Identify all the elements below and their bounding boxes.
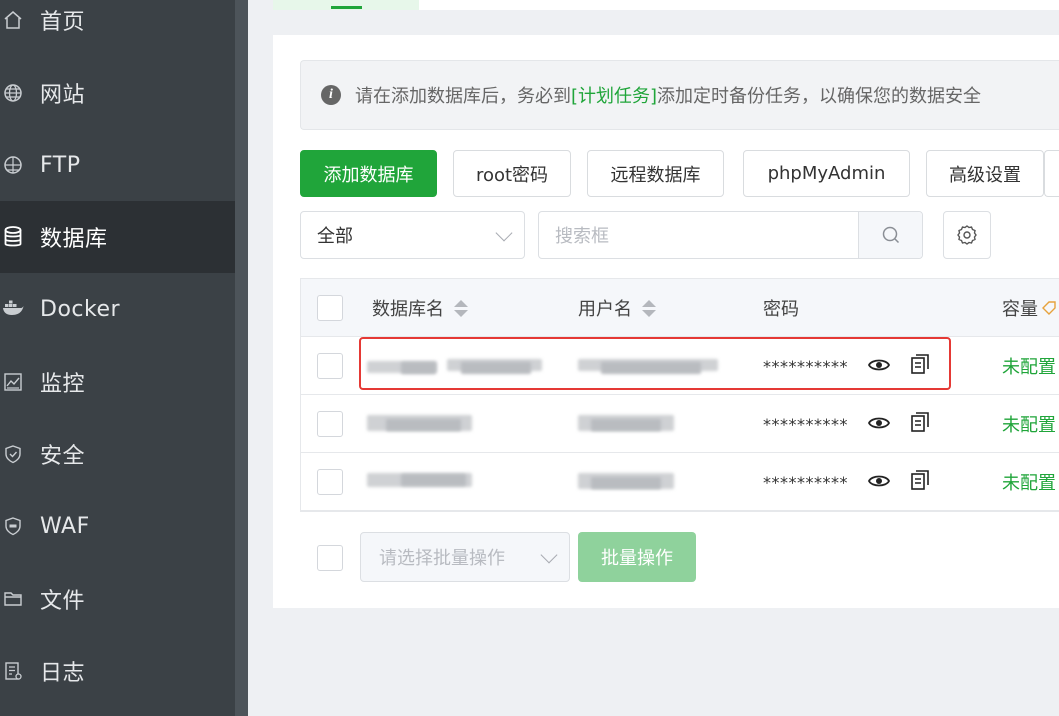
sort-icon[interactable]	[642, 299, 656, 317]
ftp-globe-icon	[2, 154, 24, 176]
capacity-status[interactable]: 未配置	[1002, 469, 1056, 495]
table-header: 数据库名 用户名 密码 容量	[301, 279, 1059, 337]
row-checkbox[interactable]	[317, 411, 343, 437]
sidebar-item-label: 安全	[40, 444, 86, 469]
sidebar-item-label: FTP	[40, 152, 81, 178]
column-header-password: 密码	[763, 295, 799, 321]
capacity-status[interactable]: 未配置	[1002, 411, 1056, 437]
chevron-down-icon	[495, 224, 513, 242]
row-checkbox[interactable]	[317, 469, 343, 495]
column-header-name[interactable]: 数据库名	[372, 295, 468, 321]
column-header-password-label: 密码	[763, 299, 799, 320]
sidebar-item-database[interactable]: 数据库	[0, 201, 235, 273]
tag-icon	[1042, 301, 1056, 315]
notice-text-before: 请在添加数据库后，务必到	[355, 86, 571, 107]
globe-icon	[2, 82, 24, 104]
add-database-button[interactable]: 添加数据库	[300, 150, 437, 197]
category-select-value: 全部	[317, 226, 353, 247]
batch-select-all-checkbox[interactable]	[317, 545, 343, 571]
sidebar: 首页 网站 FTP 数据库 Docker 监控 安全 WAF 文件 日志	[0, 0, 235, 716]
category-select[interactable]: 全部	[300, 211, 525, 259]
sidebar-item-security[interactable]: 安全	[0, 418, 235, 490]
sidebar-item-label: 首页	[40, 10, 86, 35]
docker-icon	[2, 298, 24, 320]
sidebar-scroll-edge	[235, 0, 248, 716]
search-placeholder: 搜索框	[555, 226, 609, 247]
folder-icon	[2, 588, 24, 610]
chevron-down-icon	[540, 546, 558, 564]
phpmyadmin-button[interactable]: phpMyAdmin	[743, 150, 910, 197]
column-settings-button[interactable]	[943, 211, 991, 259]
eye-icon[interactable]	[867, 469, 891, 493]
search-button[interactable]	[858, 212, 922, 258]
monitor-chart-icon	[2, 371, 24, 393]
remote-database-button[interactable]: 远程数据库	[587, 150, 724, 197]
copy-icon[interactable]	[909, 410, 931, 434]
sidebar-item-label: 监控	[40, 372, 86, 397]
more-button[interactable]	[1044, 150, 1059, 197]
notice-text-after: 添加定时备份任务，以确保您的数据安全	[657, 86, 982, 107]
info-icon: i	[321, 85, 341, 105]
sidebar-item-label: WAF	[40, 513, 90, 539]
sidebar-item-label: 日志	[40, 661, 86, 686]
password-masked: **********	[763, 415, 848, 434]
password-masked: **********	[763, 473, 848, 492]
backup-notice: i 请在添加数据库后，务必到 [计划任务] 添加定时备份任务，以确保您的数据安全	[300, 60, 1059, 130]
column-header-name-label: 数据库名	[372, 299, 444, 320]
column-header-user[interactable]: 用户名	[578, 295, 656, 321]
batch-operation-select[interactable]: 请选择批量操作	[360, 532, 570, 582]
select-all-checkbox[interactable]	[317, 295, 343, 321]
tab-active-indicator	[331, 6, 362, 9]
column-header-capacity-label: 容量	[1002, 299, 1038, 320]
sidebar-item-docker[interactable]: Docker	[0, 273, 235, 345]
sidebar-item-waf[interactable]: WAF	[0, 490, 235, 562]
sidebar-item-ftp[interactable]: FTP	[0, 129, 235, 201]
column-header-user-label: 用户名	[578, 299, 632, 320]
batch-select-placeholder: 请选择批量操作	[379, 548, 505, 569]
table-row: ********** 未配置	[301, 395, 1059, 453]
sidebar-item-monitor[interactable]: 监控	[0, 346, 235, 418]
sidebar-item-label: 数据库	[40, 227, 108, 252]
home-icon	[2, 9, 24, 31]
batch-operation-button[interactable]: 批量操作	[578, 532, 696, 582]
sidebar-item-label: Docker	[40, 296, 121, 322]
sidebar-item-label: 网站	[40, 83, 86, 108]
eye-icon[interactable]	[867, 411, 891, 435]
sidebar-item-logs[interactable]: 日志	[0, 635, 235, 707]
cron-task-link[interactable]: [计划任务]	[571, 82, 657, 108]
sidebar-item-label: 文件	[40, 589, 86, 614]
sidebar-item-website[interactable]: 网站	[0, 57, 235, 129]
log-icon	[2, 660, 24, 682]
advanced-settings-button[interactable]: 高级设置	[926, 150, 1044, 197]
sidebar-item-files[interactable]: 文件	[0, 563, 235, 635]
column-header-capacity: 容量	[1002, 295, 1056, 321]
sidebar-item-home[interactable]: 首页	[0, 0, 235, 56]
copy-icon[interactable]	[909, 468, 931, 492]
search-icon	[882, 226, 899, 244]
root-password-button[interactable]: root密码	[453, 150, 571, 197]
table-row: ********** 未配置	[301, 453, 1059, 511]
database-icon	[2, 226, 24, 248]
database-table: 数据库名 用户名 密码 容量 ********** 未配置 **********…	[300, 278, 1059, 512]
sort-icon[interactable]	[454, 299, 468, 317]
gear-icon	[957, 225, 977, 245]
capacity-status[interactable]: 未配置	[1002, 353, 1056, 379]
row-checkbox[interactable]	[317, 353, 343, 379]
shield-icon	[2, 443, 24, 465]
waf-shield-icon	[2, 515, 24, 537]
highlight-annotation	[359, 337, 951, 390]
